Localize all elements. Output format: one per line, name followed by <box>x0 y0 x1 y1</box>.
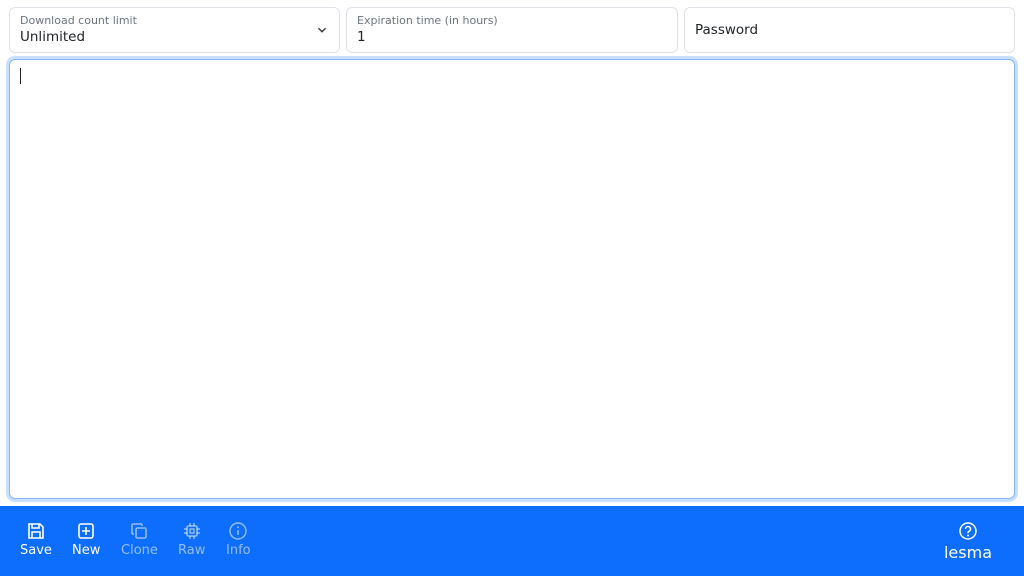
save-label: Save <box>20 543 52 558</box>
cpu-icon <box>183 523 200 539</box>
clone-button[interactable]: Clone <box>121 521 158 558</box>
expiration-time-value: 1 <box>357 29 366 45</box>
clone-label: Clone <box>121 543 158 558</box>
copy-icon <box>131 523 148 539</box>
raw-label: Raw <box>178 543 206 558</box>
expiration-time-input[interactable]: Expiration time (in hours) 1 <box>346 7 678 53</box>
bottom-toolbar: Save New Clone Raw Info lesma <box>0 506 1024 576</box>
download-count-limit-value: Unlimited <box>20 29 86 45</box>
save-icon <box>28 523 44 539</box>
new-button[interactable]: New <box>72 521 100 558</box>
about-lesma-button[interactable]: lesma <box>944 521 992 562</box>
paste-editor[interactable] <box>9 59 1015 499</box>
password-placeholder: Password <box>695 22 759 38</box>
question-circle-icon <box>959 522 977 540</box>
raw-button[interactable]: Raw <box>178 521 205 558</box>
password-input[interactable]: Password <box>684 7 1015 53</box>
save-button[interactable]: Save <box>20 521 52 558</box>
info-label: Info <box>226 543 251 558</box>
download-count-limit-label: Download count limit <box>20 14 137 27</box>
info-icon <box>229 522 248 540</box>
text-caret <box>20 68 21 84</box>
download-count-limit-select[interactable]: Download count limit Unlimited <box>9 7 340 53</box>
plus-square-icon <box>78 523 94 539</box>
info-button[interactable]: Info <box>226 521 251 558</box>
chevron-down-icon <box>318 27 326 33</box>
new-label: New <box>72 543 101 558</box>
brand-label: lesma <box>943 543 992 562</box>
expiration-time-label: Expiration time (in hours) <box>357 14 498 27</box>
